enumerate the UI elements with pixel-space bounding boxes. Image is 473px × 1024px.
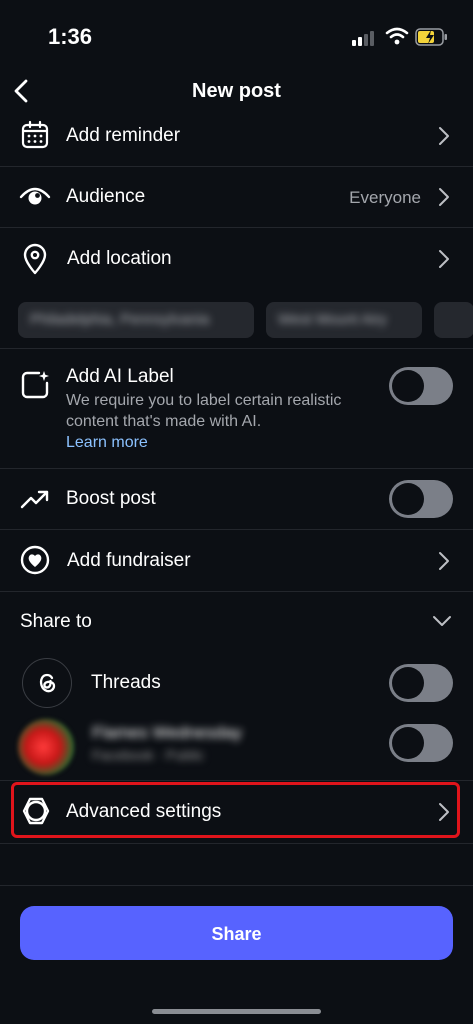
- eye-icon: [18, 180, 52, 214]
- share-to-label: Share to: [20, 611, 92, 632]
- share-button[interactable]: Share: [20, 906, 453, 960]
- location-chip[interactable]: [434, 302, 473, 338]
- boost-post-label: Boost post: [66, 488, 156, 509]
- ai-label-title: Add AI Label: [66, 366, 174, 387]
- wifi-icon: [385, 27, 409, 45]
- add-location-row[interactable]: Add location: [0, 228, 473, 290]
- calendar-icon: [18, 118, 52, 152]
- add-location-label: Add location: [67, 248, 172, 269]
- toggle-knob: [392, 727, 424, 759]
- location-suggestions: Philadelphia, Pennsylvania West Mount Ai…: [0, 292, 473, 349]
- add-fundraiser-label: Add fundraiser: [67, 550, 191, 571]
- threads-account-row: Threads: [0, 654, 473, 714]
- threads-toggle[interactable]: [389, 664, 453, 702]
- audience-row[interactable]: Audience Everyone: [0, 167, 473, 228]
- status-time: 1:36: [48, 24, 93, 49]
- battery-icon: [415, 28, 447, 46]
- page-title: New post: [192, 80, 281, 102]
- boost-post-toggle[interactable]: [389, 480, 453, 518]
- location-chip[interactable]: West Mount Airy: [266, 302, 422, 338]
- home-indicator: [152, 1009, 321, 1014]
- ai-sparkle-icon: [18, 368, 52, 402]
- fundraiser-heart-icon: [18, 543, 52, 577]
- signal-icon: [352, 31, 374, 46]
- chevron-right-icon: [439, 127, 449, 145]
- ai-label-toggle[interactable]: [389, 367, 453, 405]
- location-chip[interactable]: Philadelphia, Pennsylvania: [18, 302, 254, 338]
- add-fundraiser-row[interactable]: Add fundraiser: [0, 530, 473, 592]
- ai-label-description: We require you to label certain realisti…: [66, 392, 342, 430]
- audience-label: Audience: [66, 186, 146, 207]
- divider: [0, 885, 473, 886]
- threads-account-name: Threads: [91, 672, 161, 693]
- trending-up-icon: [18, 482, 52, 516]
- chevron-right-icon: [439, 250, 449, 268]
- facebook-account-row: Flames Wednesday Facebook · Public: [0, 713, 473, 775]
- toggle-knob: [392, 667, 424, 699]
- chevron-right-icon: [439, 552, 449, 570]
- chevron-down-icon: [433, 616, 451, 626]
- threads-logo-icon: [22, 658, 72, 708]
- status-bar: 1:36: [0, 0, 473, 70]
- location-pin-icon: [18, 242, 52, 276]
- ai-label-row: Add AI Label We require you to label cer…: [0, 350, 473, 469]
- add-reminder-row[interactable]: Add reminder: [0, 108, 473, 167]
- toggle-knob: [392, 483, 424, 515]
- facebook-toggle[interactable]: [389, 724, 453, 762]
- facebook-account-name: Flames Wednesday: [92, 723, 242, 742]
- learn-more-link[interactable]: Learn more: [66, 434, 148, 452]
- facebook-account-subtitle: Facebook · Public: [92, 747, 205, 763]
- audience-value: Everyone: [349, 188, 421, 207]
- add-reminder-label: Add reminder: [66, 125, 181, 146]
- boost-post-row: Boost post: [0, 469, 473, 530]
- highlight-box: [11, 782, 460, 838]
- share-to-section[interactable]: Share to: [0, 592, 473, 652]
- toggle-knob: [392, 370, 424, 402]
- avatar: [18, 719, 74, 775]
- chevron-right-icon: [439, 188, 449, 206]
